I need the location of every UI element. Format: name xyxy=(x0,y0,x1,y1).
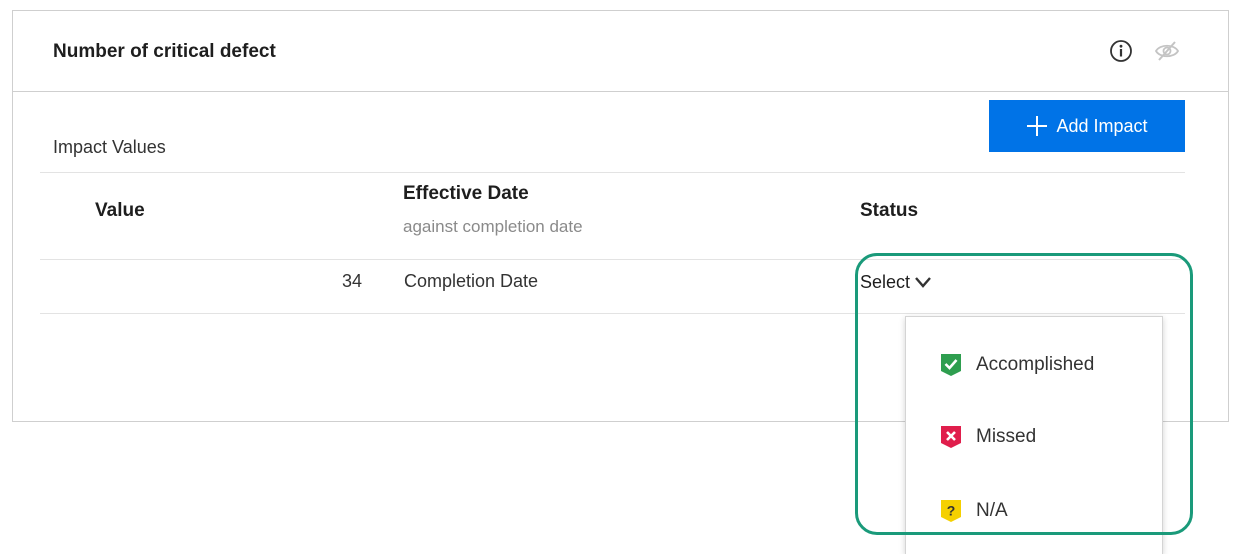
question-shield-icon: ? xyxy=(941,500,961,522)
status-option-na[interactable]: ? N/A xyxy=(940,499,1008,523)
status-select-label: Select xyxy=(860,271,911,292)
column-header-value: Value xyxy=(95,200,145,221)
plus-icon xyxy=(1027,116,1048,136)
chevron-down-icon xyxy=(915,277,931,288)
add-impact-label: Add Impact xyxy=(1056,115,1148,136)
row-value-cell: 34 xyxy=(341,271,362,291)
eye-slash-icon[interactable] xyxy=(1154,39,1180,63)
row-divider xyxy=(40,313,1185,314)
impact-values-label: Impact Values xyxy=(53,137,166,157)
table-top-divider xyxy=(40,172,1185,173)
column-header-effective-date-subtitle: against completion date xyxy=(403,217,583,236)
panel-title: Number of critical defect xyxy=(53,41,276,62)
header-row-divider xyxy=(40,259,1185,260)
page: Number of critical defect Impact Values … xyxy=(0,0,1236,554)
add-impact-button[interactable]: Add Impact xyxy=(989,100,1185,152)
status-option-label: N/A xyxy=(976,500,1008,521)
column-header-status: Status xyxy=(860,200,919,221)
status-select[interactable]: Select xyxy=(860,268,932,296)
info-circle-icon[interactable] xyxy=(1109,39,1133,63)
column-header-effective-date: Effective Date xyxy=(403,183,529,204)
row-effective-date-cell: Completion Date xyxy=(404,271,539,291)
status-option-accomplished[interactable]: Accomplished xyxy=(940,353,1094,377)
status-option-label: Accomplished xyxy=(976,354,1095,375)
x-shield-icon xyxy=(941,426,961,448)
status-option-label: Missed xyxy=(976,426,1037,447)
check-shield-icon xyxy=(941,354,961,376)
status-dropdown-menu: Accomplished Missed ? N/A xyxy=(905,316,1163,554)
panel-header: Number of critical defect xyxy=(13,11,1228,92)
status-option-missed[interactable]: Missed xyxy=(940,425,1036,449)
svg-text:?: ? xyxy=(947,503,956,519)
